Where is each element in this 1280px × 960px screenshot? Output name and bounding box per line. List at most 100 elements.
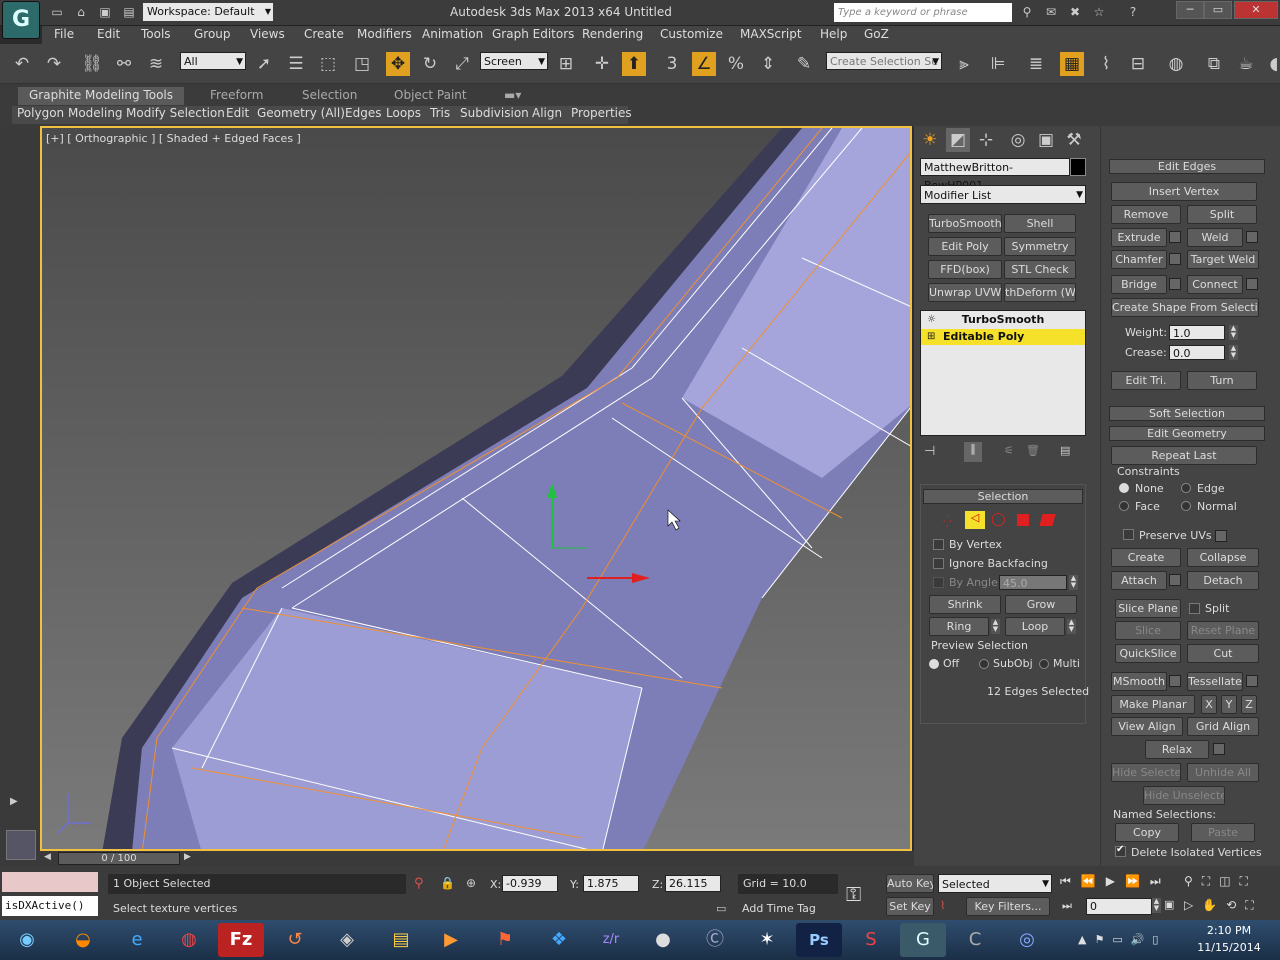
unlink-icon[interactable]: ⚯ [112, 52, 136, 76]
motion-panel-icon[interactable]: ◎ [1006, 128, 1030, 152]
key-tangent-icon[interactable]: ⌇ [940, 899, 945, 912]
time-slider-track[interactable]: ◀ 0 / 100 ▶ [40, 851, 914, 866]
extrude-settings-icon[interactable] [1169, 231, 1181, 243]
system-tray-icons[interactable]: ▲⚑▭🔊▯ [1078, 933, 1166, 946]
media-player-icon[interactable]: ▶ [428, 923, 474, 957]
utilities-panel-icon[interactable]: ⚒ [1062, 128, 1086, 152]
constraint-none-radio[interactable] [1119, 483, 1129, 493]
pivot-center-icon[interactable]: ⊞ [554, 52, 578, 76]
hierarchy-panel-icon[interactable]: ⊹ [974, 128, 998, 152]
bridge-settings-icon[interactable] [1169, 278, 1181, 290]
create-shape-button[interactable]: Create Shape From Selection [1111, 298, 1259, 317]
preserve-uvs-checkbox[interactable] [1123, 529, 1134, 540]
ribbon-options-icon[interactable]: ▬▾ [496, 87, 529, 105]
object-name-field[interactable]: MatthewBritton-BowHP001 [920, 158, 1070, 192]
attach-button[interactable]: Attach [1111, 571, 1167, 590]
app-zr-icon[interactable]: z/r [588, 923, 634, 957]
reference-coord-dropdown[interactable]: Screen ▼ [480, 52, 548, 70]
detach-button[interactable]: Detach [1187, 571, 1259, 590]
select-manipulate-icon[interactable]: ✛ [590, 52, 614, 76]
undo-icon[interactable]: ↶ [10, 52, 34, 76]
x-coord-field[interactable]: -0.939 [502, 875, 558, 892]
viewport-nav-controls[interactable]: ⚲⛶◫⛶ [1184, 874, 1257, 889]
quickslice-button[interactable]: QuickSlice [1115, 644, 1181, 663]
3dsmax-task-icon[interactable]: G [900, 923, 946, 957]
bridge-button[interactable]: Bridge [1111, 275, 1167, 294]
delete-isolated-checkbox[interactable] [1115, 844, 1126, 857]
copy-button[interactable]: Copy [1115, 823, 1179, 842]
app-c-icon[interactable]: Ⓒ [692, 923, 738, 957]
menu-customize[interactable]: Customize [660, 27, 723, 41]
tab-object-paint[interactable]: Object Paint [386, 87, 475, 105]
weight-spinner[interactable]: ▲ ▼ [1229, 325, 1238, 340]
key-mode-dropdown[interactable]: Selected ▼ [938, 874, 1052, 893]
project-folder-icon[interactable]: ▤ [120, 4, 138, 20]
constraint-normal-radio[interactable] [1181, 501, 1191, 511]
menu-help[interactable]: Help [820, 27, 847, 41]
crease-spinner[interactable]: ▲ ▼ [1229, 345, 1238, 360]
workspace-dropdown[interactable]: Workspace: Default ▼ [143, 3, 273, 21]
ring-button[interactable]: Ring [929, 617, 989, 636]
keyboard-shortcut-override-icon[interactable]: ⬆ [622, 52, 646, 76]
loop-spinner[interactable]: ▲ ▼ [1067, 619, 1076, 634]
shell-button[interactable]: Shell [1004, 214, 1076, 233]
angle-spinner[interactable]: ▲ ▼ [1069, 575, 1078, 590]
edge-mode-icon[interactable]: ◁ [965, 511, 985, 529]
ribbon-tris[interactable]: Tris [430, 106, 450, 120]
current-frame-field[interactable]: 0 [1086, 898, 1152, 915]
msmooth-settings-icon[interactable] [1169, 675, 1181, 687]
remove-modifier-icon[interactable]: 🗑 [1026, 444, 1040, 457]
selection-rollout-header[interactable]: Selection [923, 489, 1083, 504]
edit-geometry-header[interactable]: Edit Geometry [1109, 426, 1265, 441]
path-deform-button[interactable]: thDeform (WSI [1004, 283, 1076, 302]
mesh-canvas[interactable] [42, 128, 912, 851]
schematic-view-icon[interactable]: ⊟ [1126, 52, 1150, 76]
tessellate-settings-icon[interactable] [1246, 675, 1258, 687]
turbosmooth-button[interactable]: TurboSmooth [928, 214, 1002, 233]
maxscript-mini-listener-pink[interactable] [2, 872, 98, 892]
ribbon-subdivision[interactable]: Subdivision [460, 106, 529, 120]
grow-button[interactable]: Grow [1005, 595, 1077, 614]
planar-y-button[interactable]: Y [1221, 695, 1237, 714]
ribbon-loops[interactable]: Loops [386, 106, 421, 120]
preview-subobj-radio[interactable] [979, 659, 989, 669]
ignore-backfacing-checkbox[interactable] [933, 558, 944, 569]
planar-x-button[interactable]: X [1201, 695, 1217, 714]
favorites-icon[interactable]: ☆ [1090, 4, 1108, 20]
connect-settings-icon[interactable] [1246, 278, 1258, 290]
view-align-button[interactable]: View Align [1111, 717, 1183, 736]
remove-button[interactable]: Remove [1111, 205, 1181, 224]
photoshop-icon[interactable]: Ps [796, 923, 842, 957]
object-color-swatch[interactable] [1070, 158, 1086, 176]
relax-button[interactable]: Relax [1145, 740, 1209, 759]
element-mode-icon[interactable] [1039, 514, 1056, 526]
app-disc-icon[interactable]: ◎ [1004, 923, 1050, 957]
angle-field[interactable]: 45.0 [999, 575, 1067, 590]
open-file-icon[interactable]: ⌂ [72, 4, 90, 20]
ribbon-properties[interactable]: Properties [571, 106, 632, 120]
ribbon-edit[interactable]: Edit [226, 106, 249, 120]
turn-button[interactable]: Turn [1187, 371, 1257, 390]
soft-selection-header[interactable]: Soft Selection [1109, 406, 1265, 421]
menu-modifiers[interactable]: Modifiers [357, 27, 412, 41]
collapse-button[interactable]: Collapse [1187, 548, 1259, 567]
stack-item-editable-poly[interactable]: Editable Poly [921, 329, 1085, 345]
mirror-icon[interactable]: ⫸ [952, 52, 976, 76]
stack-item-turbosmooth[interactable]: TurboSmooth [921, 312, 1085, 328]
search-input[interactable]: Type a keyword or phrase [834, 3, 1012, 22]
menu-maxscript[interactable]: MAXScript [740, 27, 802, 41]
bind-space-warp-icon[interactable]: ≋ [144, 52, 168, 76]
time-slider[interactable]: 0 / 100 [58, 852, 180, 865]
render-icon[interactable]: ◖ [1262, 52, 1280, 76]
save-file-icon[interactable]: ▣ [96, 4, 114, 20]
edit-tri-button[interactable]: Edit Tri. [1111, 371, 1181, 390]
menu-rendering[interactable]: Rendering [582, 27, 643, 41]
ribbon-polygon-modeling[interactable]: Polygon Modeling [17, 106, 123, 120]
menu-file[interactable]: File [54, 27, 74, 41]
preview-off-radio[interactable] [929, 659, 939, 669]
create-panel-icon[interactable]: ☀ [918, 128, 942, 152]
preview-multi-radio[interactable] [1039, 659, 1049, 669]
loop-button[interactable]: Loop [1005, 617, 1065, 636]
chamfer-settings-icon[interactable] [1169, 253, 1181, 265]
chamfer-button[interactable]: Chamfer [1111, 250, 1167, 269]
